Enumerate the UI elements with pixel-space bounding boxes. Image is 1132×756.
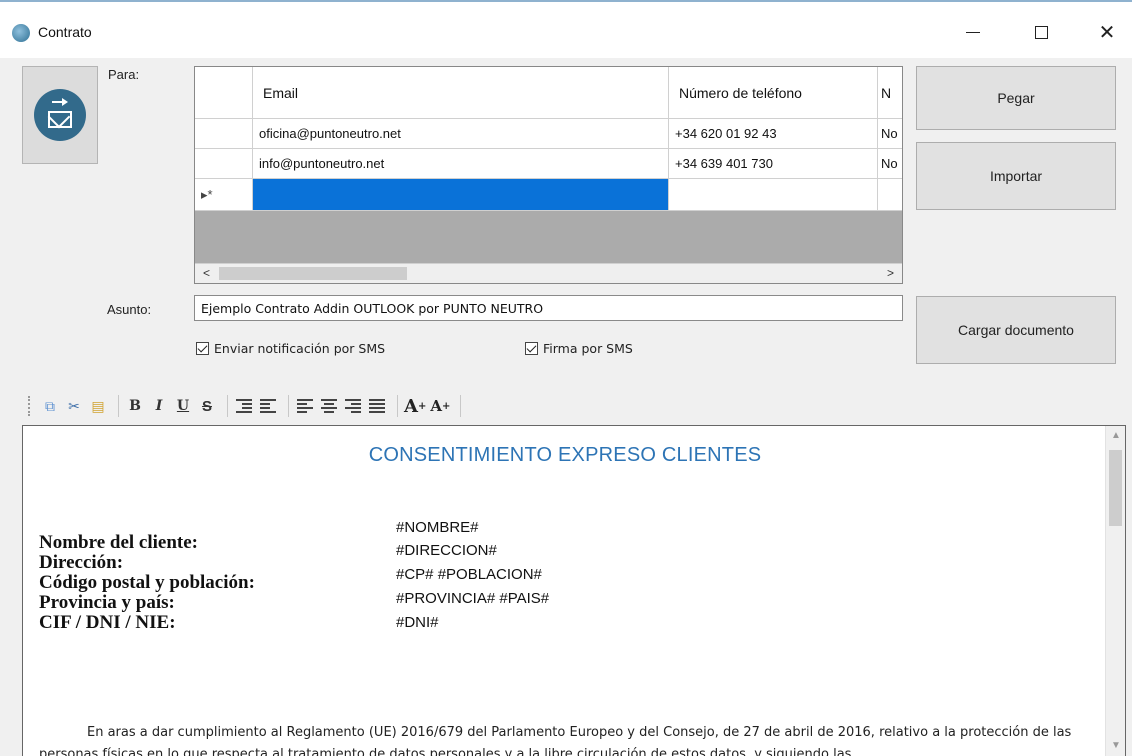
minimize-button[interactable]: [950, 16, 996, 48]
justify-icon: [369, 399, 385, 413]
minimize-icon: [966, 31, 980, 33]
close-icon: ✕: [1098, 21, 1116, 44]
strikethrough-button[interactable]: S: [197, 395, 217, 417]
vertical-scrollbar[interactable]: ▲ ▼: [1105, 426, 1125, 756]
shrink-font-icon: A: [430, 397, 442, 415]
toolbar-separator: [227, 395, 228, 417]
bold-button[interactable]: B: [125, 395, 145, 417]
outdent-icon: [260, 399, 276, 413]
toolbar-separator: [288, 395, 289, 417]
paste-icon[interactable]: ▤: [88, 395, 108, 417]
align-center-icon: [321, 399, 337, 413]
phone-cell[interactable]: +34 620 01 92 43: [669, 119, 878, 149]
field-value: #PROVINCIA# #PAIS#: [396, 590, 550, 607]
column-header-email[interactable]: Email: [253, 67, 669, 119]
align-right-icon: [345, 399, 361, 413]
title-bar: Contrato ✕: [0, 0, 1132, 58]
close-button[interactable]: ✕: [1084, 16, 1130, 48]
email-cell[interactable]: info@puntoneutro.net: [253, 149, 669, 179]
outdent-button[interactable]: [258, 395, 278, 417]
scroll-up-icon[interactable]: ▲: [1111, 430, 1121, 441]
toolbar-separator: [460, 395, 462, 417]
load-document-button[interactable]: Cargar documento: [916, 296, 1116, 364]
field-label: Nombre del cliente:: [39, 532, 198, 553]
maximize-button[interactable]: [1018, 16, 1064, 48]
maximize-icon: [1034, 25, 1048, 39]
subject-label: Asunto:: [107, 302, 152, 317]
new-row-marker: ▸*: [195, 179, 253, 211]
field-value: #DIRECCION#: [396, 542, 497, 559]
recipients-grid[interactable]: Email Número de teléfono N oficina@punto…: [194, 66, 903, 284]
sms-notification-checkbox[interactable]: Enviar notificación por SMS: [196, 341, 385, 356]
table-row[interactable]: info@puntoneutro.net +34 639 401 730 No: [195, 149, 902, 179]
checkbox-checked-icon[interactable]: [525, 342, 538, 355]
scroll-down-icon[interactable]: ▼: [1111, 740, 1121, 751]
grow-font-button[interactable]: A +: [404, 395, 426, 417]
field-value: #CP# #POBLACION#: [396, 566, 542, 583]
import-button[interactable]: Importar: [916, 142, 1116, 210]
arrow-right-icon: [52, 98, 68, 106]
justify-button[interactable]: [367, 395, 387, 417]
scroll-right-icon[interactable]: >: [887, 266, 894, 280]
toolbar-separator: [118, 395, 119, 417]
column-header-extra[interactable]: N: [878, 67, 902, 119]
underline-button[interactable]: U: [173, 395, 193, 417]
row-header[interactable]: [195, 119, 253, 149]
sms-signature-checkbox[interactable]: Firma por SMS: [525, 341, 633, 356]
new-email-cell[interactable]: [253, 179, 669, 211]
align-center-button[interactable]: [319, 395, 339, 417]
column-header-phone[interactable]: Número de teléfono: [669, 67, 878, 119]
checkbox-checked-icon[interactable]: [196, 342, 209, 355]
document-title: CONSENTIMIENTO EXPRESO CLIENTES: [368, 444, 762, 466]
indent-icon: [236, 399, 252, 413]
new-phone-cell[interactable]: [669, 179, 878, 211]
scroll-left-icon[interactable]: <: [203, 266, 210, 280]
scrollbar-thumb[interactable]: [1109, 450, 1122, 526]
document-editor[interactable]: CONSENTIMIENTO EXPRESO CLIENTES Nombre d…: [22, 425, 1126, 756]
grid-header: Email Número de teléfono N: [195, 67, 902, 119]
horizontal-scrollbar[interactable]: < >: [195, 263, 902, 283]
field-label: Código postal y población:: [39, 572, 255, 593]
email-icon: [34, 89, 86, 141]
field-label: Dirección:: [39, 552, 124, 573]
new-extra-cell[interactable]: [878, 179, 902, 211]
email-cell[interactable]: oficina@puntoneutro.net: [253, 119, 669, 149]
strikethrough-icon: S: [201, 397, 212, 415]
italic-button[interactable]: I: [149, 395, 169, 417]
extra-cell[interactable]: No: [878, 119, 902, 149]
toolbar-separator: [397, 395, 398, 417]
extra-cell[interactable]: No: [878, 149, 902, 179]
toolbar-grip[interactable]: [28, 396, 32, 416]
field-value: #NOMBRE#: [396, 519, 479, 536]
app-icon: [12, 24, 30, 42]
document-paragraph: En aras a dar cumplimiento al Reglamento…: [39, 725, 1072, 756]
field-label: CIF / DNI / NIE:: [39, 612, 176, 633]
scrollbar-thumb[interactable]: [219, 267, 407, 280]
align-left-icon: [297, 399, 313, 413]
recipients-label: Para:: [108, 67, 140, 82]
row-header-corner: [195, 67, 253, 119]
grow-font-icon: A: [404, 395, 418, 417]
field-value: #DNI#: [396, 614, 439, 631]
envelope-icon: [48, 111, 72, 128]
field-label: Provincia y país:: [39, 592, 175, 613]
format-toolbar: ⧉ ✂ ▤ B I U S A + A +: [28, 392, 467, 420]
paste-button[interactable]: Pegar: [916, 66, 1116, 130]
subject-input[interactable]: [194, 295, 903, 321]
copy-icon[interactable]: ⧉: [40, 395, 60, 417]
shrink-font-button[interactable]: A +: [430, 395, 450, 417]
window-title: Contrato: [38, 24, 92, 40]
cut-icon[interactable]: ✂: [64, 395, 84, 417]
row-header[interactable]: [195, 149, 253, 179]
new-table-row[interactable]: ▸*: [195, 179, 902, 211]
align-right-button[interactable]: [343, 395, 363, 417]
phone-cell[interactable]: +34 639 401 730: [669, 149, 878, 179]
table-row[interactable]: oficina@puntoneutro.net +34 620 01 92 43…: [195, 119, 902, 149]
indent-button[interactable]: [234, 395, 254, 417]
align-left-button[interactable]: [295, 395, 315, 417]
email-send-button[interactable]: [22, 66, 98, 164]
sms-notification-label: Enviar notificación por SMS: [214, 341, 386, 356]
sms-signature-label: Firma por SMS: [543, 341, 633, 356]
